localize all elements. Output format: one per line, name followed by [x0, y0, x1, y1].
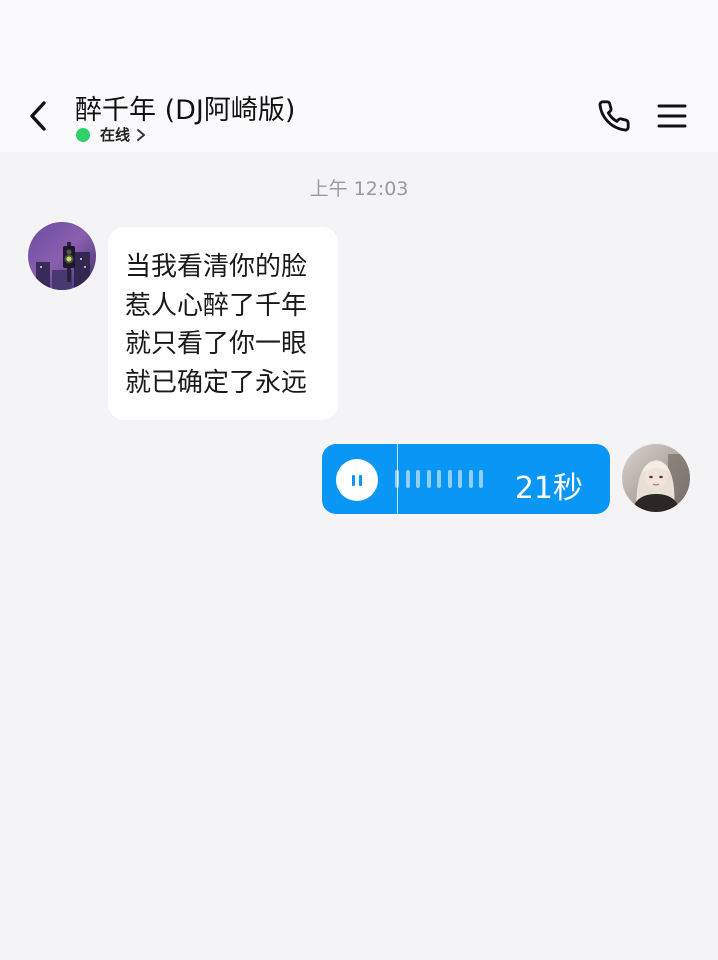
chevron-left-icon	[30, 101, 46, 131]
voice-call-button[interactable]	[594, 96, 634, 136]
message-line: 当我看清你的脸	[125, 252, 308, 282]
message-line: 就已确定了永远	[125, 367, 308, 398]
message-line: 就只看了你一眼	[125, 329, 308, 359]
pause-button[interactable]	[336, 459, 378, 501]
message-timestamp: 上午 12:03	[309, 178, 409, 200]
status-label: 在线	[100, 126, 131, 144]
pause-icon	[350, 474, 364, 486]
online-status[interactable]: 在线	[76, 124, 146, 145]
message-line: 惹人心醉了千年	[125, 290, 308, 321]
voice-duration: 21秒	[514, 471, 583, 506]
phone-icon	[598, 100, 630, 132]
back-button[interactable]	[18, 96, 58, 136]
incoming-message-bubble[interactable]: 当我看清你的脸 惹人心醉了千年 就只看了你一眼 就已确定了永远	[108, 227, 338, 420]
chat-title: 醉千年 (DJ阿崎版)	[75, 95, 296, 126]
voice-message-bubble[interactable]: 21秒	[322, 444, 610, 514]
chat-header: 醉千年 (DJ阿崎版) 在线	[0, 0, 718, 152]
chevron-right-icon	[136, 128, 146, 142]
online-dot-icon	[76, 127, 90, 142]
voice-waveform	[395, 469, 490, 489]
menu-button[interactable]	[652, 96, 692, 136]
contact-avatar[interactable]	[28, 222, 96, 290]
self-avatar[interactable]	[622, 444, 690, 512]
menu-icon	[657, 104, 687, 128]
